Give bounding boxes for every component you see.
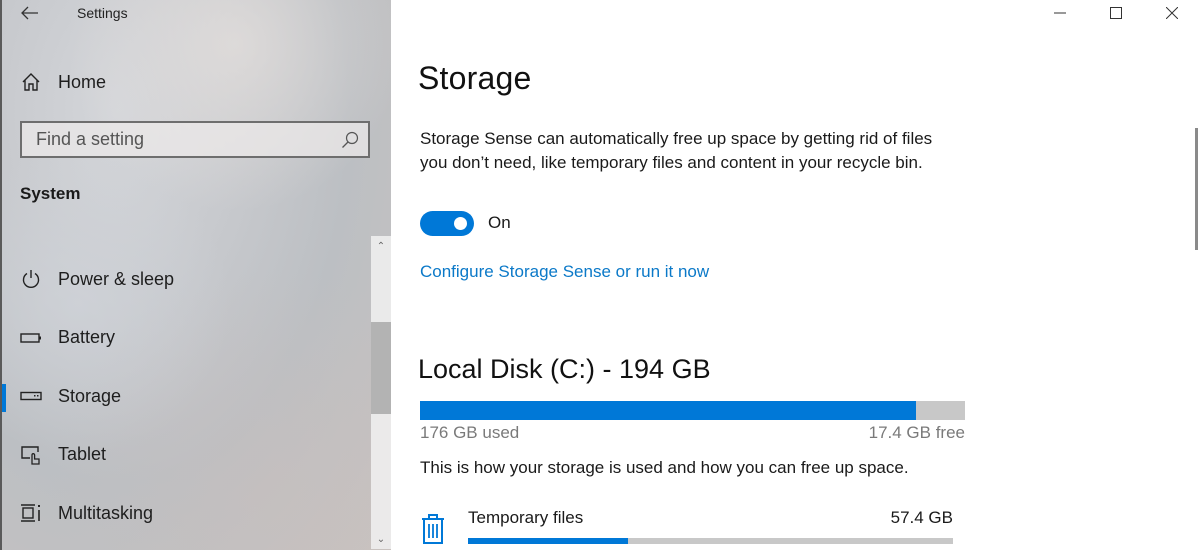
back-button[interactable] [14,0,46,26]
sidebar-nav: Power & sleep Battery Storage Tablet Mul… [0,250,371,543]
storage-drive-icon [20,385,42,407]
category-temporary-files[interactable]: Temporary files 57.4 GB [420,505,965,550]
disk-usage-fill [420,401,916,420]
sidebar-item-label: Power & sleep [58,268,175,289]
toggle-state-label: On [488,213,511,232]
maximize-icon [1110,7,1122,19]
category-usage-fill [468,538,629,544]
usage-description: This is how your storage is used and how… [420,458,909,477]
power-icon [20,268,42,290]
minimize-button[interactable] [1032,0,1088,26]
search-box[interactable] [20,121,370,158]
multitasking-icon [20,502,42,524]
window-border [0,0,2,550]
home-icon [20,71,42,93]
close-button[interactable] [1144,0,1200,26]
search-input[interactable] [22,129,322,150]
battery-icon [20,327,42,349]
sidebar-item-tablet[interactable]: Tablet [0,426,371,485]
sidebar-item-label: Home [58,71,107,92]
sidebar-item-multitasking[interactable]: Multitasking [0,484,371,543]
minimize-icon [1054,12,1066,14]
page-title: Storage [418,60,532,96]
sidebar-item-label: Tablet [58,444,107,465]
sidebar-item-label: Storage [58,385,122,406]
window-controls [1032,0,1200,28]
sidebar: Settings Home System Power & sleep Batte… [0,0,391,550]
sidebar-item-power-sleep[interactable]: Power & sleep [0,250,371,309]
sidebar-item-battery[interactable]: Battery [0,309,371,368]
scroll-down-icon[interactable]: ⌄ [371,531,391,547]
sidebar-item-label: Battery [58,327,116,348]
category-label: Temporary files [468,508,584,527]
app-title: Settings [77,5,128,21]
close-icon [1166,7,1178,19]
tablet-touch-icon [20,444,42,466]
title-bar: Settings [0,0,391,28]
arrow-left-icon [21,6,38,20]
category-usage-bar [468,538,953,544]
trash-icon [422,514,444,544]
scroll-up-icon[interactable]: ⌃ [371,238,391,254]
storage-sense-description: Storage Sense can automatically free up … [420,129,933,172]
disk-usage-bar [420,401,965,420]
toggle-knob [454,217,467,230]
sidebar-item-storage[interactable]: Storage [0,367,371,426]
disk-free-label: 17.4 GB free [868,423,965,442]
sidebar-item-label: Multitasking [58,502,154,523]
configure-storage-sense-link[interactable]: Configure Storage Sense or run it now [420,262,709,282]
disk-used-label: 176 GB used [420,423,520,442]
storage-sense-toggle[interactable] [420,211,474,236]
sidebar-item-home[interactable]: Home [0,62,370,102]
search-icon[interactable] [341,131,359,149]
maximize-button[interactable] [1088,0,1144,26]
disk-title: Local Disk (C:) - 194 GB [418,354,711,384]
main-scrollbar[interactable] [1195,128,1198,250]
category-size: 57.4 GB [890,508,953,527]
sidebar-scrollbar[interactable]: ⌃ ⌄ [371,236,391,549]
section-title: System [20,184,81,203]
scrollbar-thumb[interactable] [371,322,391,414]
